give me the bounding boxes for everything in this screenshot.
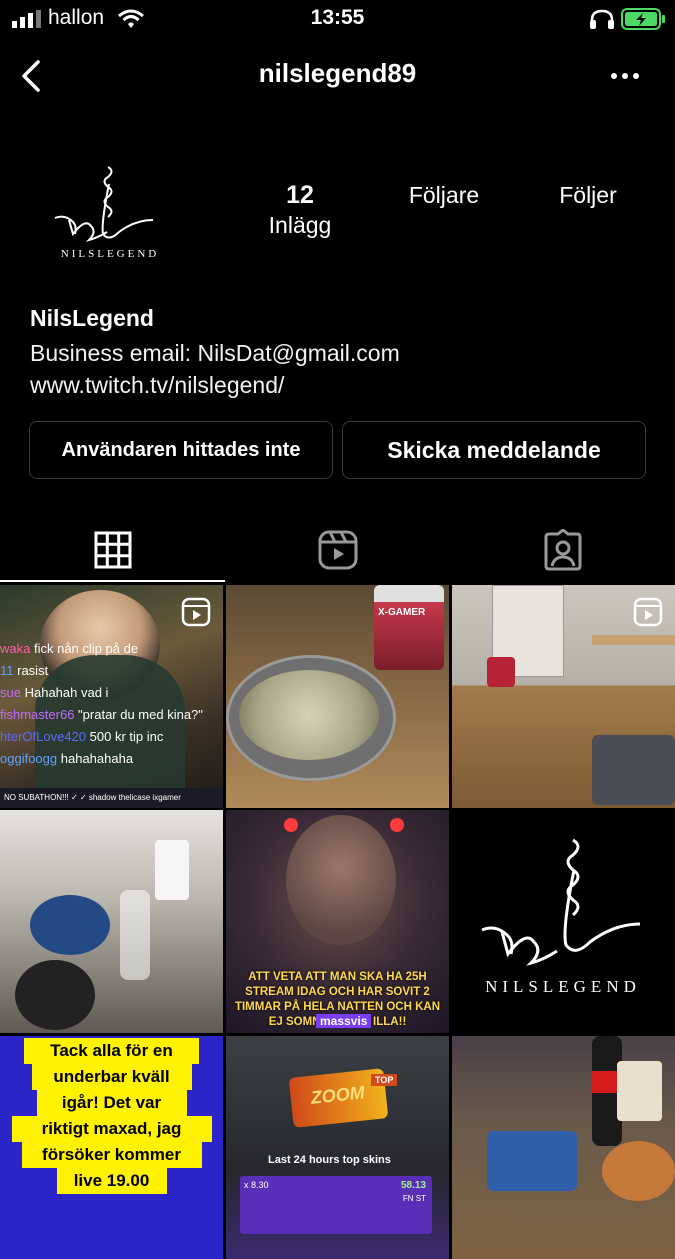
headphones-icon — [590, 9, 614, 29]
svg-text:NILSLEGEND: NILSLEGEND — [485, 977, 641, 996]
post-light — [390, 818, 404, 832]
reel-badge-icon — [633, 597, 663, 627]
grid-icon — [94, 531, 131, 569]
battery-icon — [621, 8, 665, 30]
post-stream-footer: NO SUBATHON!!! ✓ ✓ shadow thelicase ixga… — [0, 788, 223, 808]
chat-text: "pratar du med kina?" — [78, 707, 203, 722]
chat-text: fick nån clip på de — [33, 641, 139, 656]
status-bar: hallon 13:55 — [0, 0, 675, 40]
profile-avatar[interactable]: NILSLEGEND — [35, 140, 185, 290]
followers-label: Följare — [408, 182, 480, 208]
post-tile-logo[interactable]: NILSLEGEND — [452, 810, 675, 1033]
chat-user: fishmaster66 — [0, 707, 75, 722]
tagged-icon — [544, 529, 581, 571]
stat-posts[interactable]: 12 Inlägg — [240, 180, 360, 240]
post-face — [286, 815, 396, 945]
post-pot — [226, 655, 396, 781]
profile-bio: Business email: NilsDat@gmail.com — [30, 340, 400, 366]
post-tile-stream-chat[interactable]: waka fick nån clip på de 11 rasist sue H… — [0, 585, 223, 808]
reel-badge-icon — [181, 597, 211, 627]
post-paper-roll — [155, 840, 189, 900]
skin-tag: FN ST — [402, 1194, 426, 1203]
following-label: Följer — [559, 182, 617, 208]
chat-user: waka — [0, 641, 31, 656]
skin-price: 58.13 — [400, 1180, 426, 1191]
post-tile-thanks[interactable]: Tack alla för en underbar kväll igår! De… — [0, 1036, 223, 1259]
nilslegend-logo: NILSLEGEND — [481, 838, 641, 996]
post-tray — [487, 1131, 577, 1191]
tab-tagged[interactable] — [450, 520, 675, 580]
chat-text: rasist — [17, 663, 49, 678]
post-food — [602, 1141, 675, 1201]
tab-reels[interactable] — [225, 520, 450, 580]
post-thanks-text: Tack alla för en underbar kväll igår! De… — [0, 1036, 223, 1200]
post-bag — [487, 657, 515, 687]
skins-caption: Last 24 hours top skins — [268, 1154, 391, 1166]
energy-brand: X-GAMER — [378, 607, 426, 618]
chat-text: 500 kr tip inc — [89, 729, 164, 744]
posts-count: 12 — [286, 181, 314, 209]
skin-badge: ZOOM — [309, 1082, 366, 1108]
active-tab-indicator — [0, 580, 225, 582]
chat-text: hahahahaha — [60, 751, 134, 766]
post-tile-skins[interactable]: ZOOM TOP Last 24 hours top skins x 8.30 … — [226, 1036, 449, 1259]
post-bowl — [30, 895, 110, 955]
tab-posts-grid[interactable] — [0, 520, 225, 580]
chat-user: 11 — [0, 663, 14, 678]
skin-multiplier: x 8.30 — [244, 1180, 269, 1190]
profile-link[interactable]: www.twitch.tv/nilslegend/ — [30, 372, 284, 399]
post-tile-table-mess[interactable] — [0, 810, 223, 1033]
more-options-icon[interactable] — [608, 68, 644, 84]
post-tile-room[interactable] — [452, 585, 675, 808]
post-carton — [617, 1061, 662, 1121]
chat-user: oggifoogg — [0, 751, 58, 766]
clock: 13:55 — [310, 6, 365, 29]
post-plate — [15, 960, 95, 1030]
post-energy-can: X-GAMER — [374, 585, 444, 670]
stat-following[interactable]: Följer — [528, 180, 648, 210]
svg-text:NILSLEGEND: NILSLEGEND — [61, 248, 159, 260]
profile-display-name: NilsLegend — [30, 305, 154, 331]
posts-label: Inlägg — [268, 212, 332, 238]
post-light — [284, 818, 298, 832]
stat-followers[interactable]: Följare — [384, 180, 504, 210]
post-sub: massvis — [316, 1014, 372, 1028]
post-chat-overlay: waka fick nån clip på de 11 rasist sue H… — [0, 638, 223, 770]
post-tile-soup[interactable]: X-GAMER — [226, 585, 449, 808]
nilslegend-logo: NILSLEGEND — [54, 166, 159, 260]
top-label: TOP — [371, 1074, 398, 1086]
user-not-found-button[interactable]: Användaren hittades inte — [29, 421, 333, 479]
post-table — [592, 635, 675, 645]
chat-text: Hahahah vad i — [24, 685, 109, 700]
chat-user: sue — [0, 685, 21, 700]
chat-user: hterOfLove420 — [0, 729, 87, 744]
send-message-button[interactable]: Skicka meddelande — [342, 421, 646, 479]
reels-icon — [318, 530, 357, 570]
post-tile-groceries[interactable] — [452, 1036, 675, 1259]
skin-listing: x 8.30 58.13 FN ST — [240, 1176, 432, 1234]
post-chair — [592, 735, 675, 805]
post-tile-tired-face[interactable]: ATT VETA ATT MAN SKA HA 25H STREAM IDAG … — [226, 810, 449, 1033]
post-bottle — [120, 890, 150, 980]
profile-username: nilslegend89 — [258, 58, 417, 88]
